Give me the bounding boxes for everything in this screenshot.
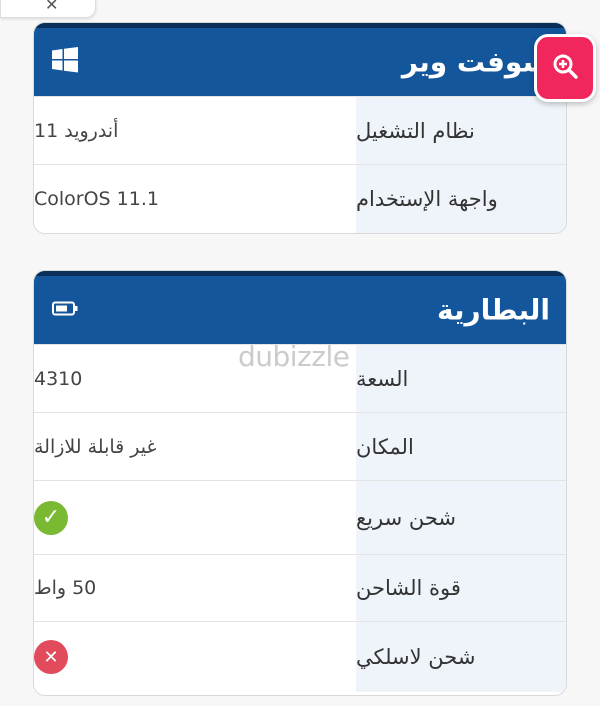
windows-icon: [52, 47, 78, 77]
software-card-header: سوفت وير: [34, 23, 566, 96]
battery-card: البطارية السعة 4310 المكان غير قابلة للا…: [33, 270, 567, 696]
battery-card-header: البطارية: [34, 271, 566, 344]
battery-icon: [52, 301, 78, 320]
spec-value: ✕: [34, 622, 356, 692]
spec-value: أندرويد 11: [34, 119, 119, 142]
spec-row-ui: واجهة الإستخدام ColorOS 11.1: [34, 164, 566, 233]
spec-label: السعة: [356, 345, 566, 412]
software-card: سوفت وير نظام التشغيل أندرويد 11 واجهة ا…: [33, 22, 567, 234]
spec-row-wireless-charging: شحن لاسلكي ✕: [34, 621, 566, 692]
spec-value: غير قابلة للازالة: [34, 435, 157, 458]
check-icon: ✓: [34, 500, 68, 535]
spec-row-fast-charging: شحن سريع ✓: [34, 480, 566, 554]
cross-icon: ✕: [34, 640, 68, 674]
zoom-in-icon: [552, 53, 578, 83]
spec-value: ✓: [34, 481, 356, 554]
spec-row-os: نظام التشغيل أندرويد 11: [34, 96, 566, 164]
spec-label: نظام التشغيل: [356, 97, 566, 164]
spec-label: شحن سريع: [356, 481, 566, 554]
spec-label: قوة الشاحن: [356, 555, 566, 621]
battery-card-title: البطارية: [437, 293, 550, 327]
spec-value: 4310: [34, 367, 83, 390]
close-tab[interactable]: ✕: [0, 0, 96, 18]
close-icon[interactable]: ✕: [45, 0, 58, 13]
spec-label: شحن لاسلكي: [356, 622, 566, 692]
software-card-title: سوفت وير: [401, 45, 550, 79]
spec-value: 50 واط: [34, 577, 97, 599]
zoom-button[interactable]: [534, 34, 596, 102]
spec-label: المكان: [356, 413, 566, 480]
spec-row-capacity: السعة 4310: [34, 344, 566, 412]
spec-label: واجهة الإستخدام: [356, 165, 566, 233]
spec-value: ColorOS 11.1: [34, 188, 159, 210]
spec-row-charger-power: قوة الشاحن 50 واط: [34, 554, 566, 621]
spec-row-placement: المكان غير قابلة للازالة: [34, 412, 566, 480]
